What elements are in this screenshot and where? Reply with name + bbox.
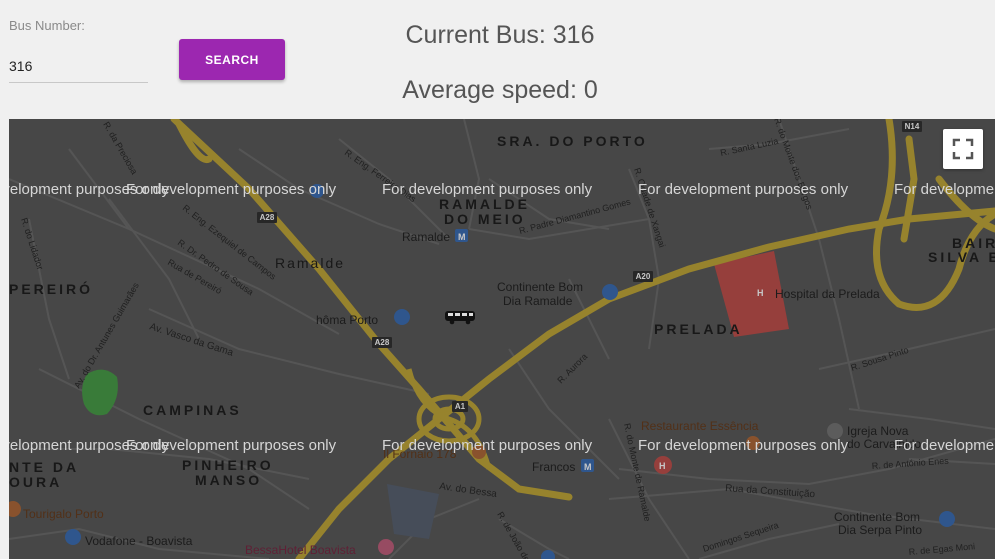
watermark: For development purposes only <box>382 437 593 454</box>
bus-number-input[interactable] <box>9 50 148 83</box>
map-canvas[interactable]: A28 A28 A20 A1 N14 SRA. DO PORTO RAMALDE… <box>9 119 995 559</box>
search-button[interactable]: SEARCH <box>179 39 285 80</box>
average-speed-text: Average speed: 0 <box>402 76 598 104</box>
fullscreen-button[interactable] <box>943 129 983 169</box>
watermark: For development purposes only <box>638 181 849 198</box>
watermark: For development purposes only <box>126 437 337 454</box>
watermark: For development purposes only <box>638 437 849 454</box>
fullscreen-icon <box>952 138 974 160</box>
watermark: For development purposes only <box>894 181 995 198</box>
bus-number-label: Bus Number: <box>9 18 85 33</box>
current-bus-text: Current Bus: 316 <box>405 21 595 49</box>
watermark: For development purposes only <box>382 181 593 198</box>
watermark: For development purposes only <box>126 181 337 198</box>
watermark: For development purposes only <box>894 437 995 454</box>
map[interactable]: A28 A28 A20 A1 N14 SRA. DO PORTO RAMALDE… <box>9 119 995 559</box>
